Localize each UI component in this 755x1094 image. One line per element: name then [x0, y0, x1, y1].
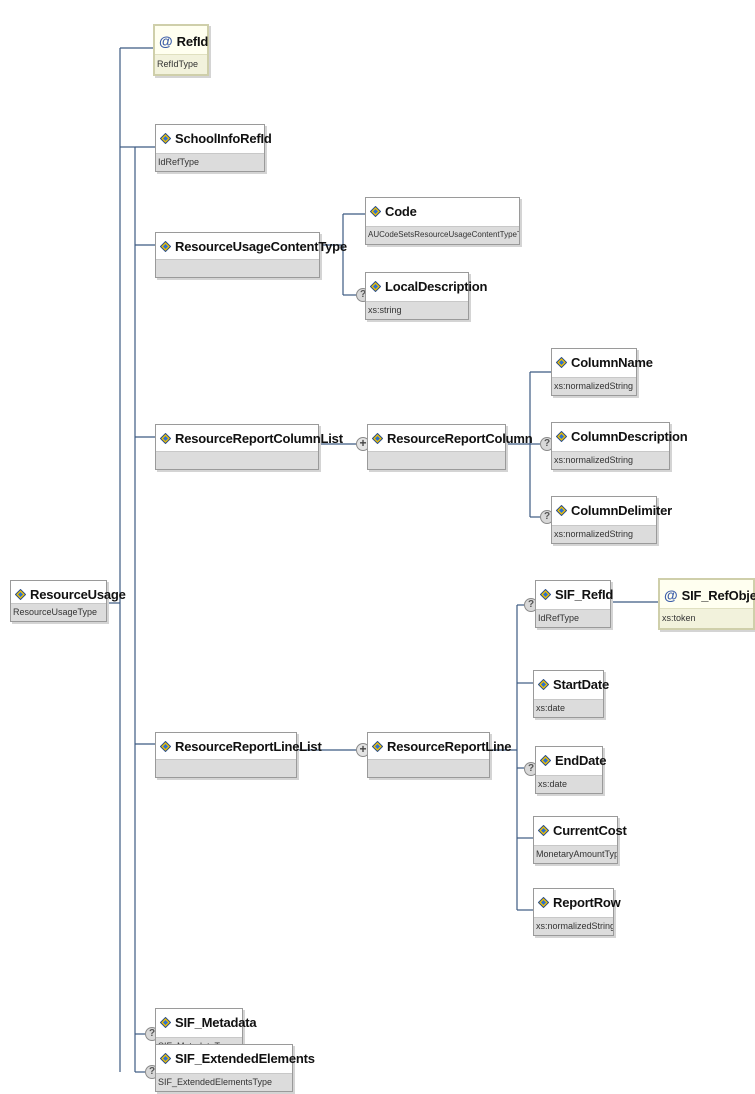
element-columndescription[interactable]: ColumnDescription xs:normalizedString	[551, 422, 688, 470]
element-localdescription[interactable]: LocalDescription xs:string	[365, 272, 487, 320]
element-icon	[160, 740, 171, 752]
element-icon	[160, 132, 171, 144]
element-icon	[370, 205, 381, 217]
element-icon	[556, 356, 567, 368]
element-icon	[540, 588, 551, 600]
attribute-sif-refobject[interactable]: @SIF_RefObject xs:token	[658, 578, 755, 630]
element-name: ColumnName	[571, 354, 653, 370]
element-type: xs:normalizedString	[552, 377, 636, 395]
element-name: ResourceReportColumnList	[175, 430, 343, 446]
element-name: SIF_ExtendedElements	[175, 1050, 315, 1066]
element-resourcereportlinelist[interactable]: ResourceReportLineList	[155, 732, 322, 778]
element-type-empty	[156, 259, 319, 277]
element-name: SchoolInfoRefId	[175, 130, 272, 146]
element-type: ResourceUsageType	[11, 603, 106, 621]
element-name: ResourceReportLineList	[175, 738, 322, 754]
element-icon	[15, 588, 26, 600]
element-type-empty	[368, 451, 505, 469]
element-name: ResourceUsage	[30, 586, 126, 602]
element-name: ResourceReportColumn	[387, 430, 533, 446]
element-reportrow[interactable]: ReportRow xs:normalizedString	[533, 888, 621, 936]
element-type-empty	[156, 451, 318, 469]
element-type: xs:normalizedString	[552, 451, 669, 469]
element-sif-refid[interactable]: SIF_RefId IdRefType	[535, 580, 614, 628]
element-icon	[160, 240, 171, 252]
element-type: AUCodeSetsResourceUsageContentTypeType	[366, 226, 519, 244]
element-startdate[interactable]: StartDate xs:date	[533, 670, 609, 718]
element-resourcereportcolumn[interactable]: ResourceReportColumn	[367, 424, 533, 470]
element-type: IdRefType	[536, 609, 610, 627]
attribute-name: SIF_RefObject	[681, 587, 755, 603]
element-type: MonetaryAmountType	[534, 845, 617, 863]
element-name: SIF_Metadata	[175, 1014, 257, 1030]
element-type: SIF_ExtendedElementsType	[156, 1073, 292, 1091]
element-type-empty	[368, 759, 489, 777]
element-name: LocalDescription	[385, 278, 488, 294]
element-type: xs:normalizedString	[552, 525, 656, 543]
element-resourcereportline[interactable]: ResourceReportLine	[367, 732, 511, 778]
element-name: StartDate	[553, 676, 609, 692]
element-code[interactable]: Code AUCodeSetsResourceUsageContentTypeT…	[365, 197, 520, 245]
element-name: CurrentCost	[553, 822, 627, 838]
element-name: ResourceUsageContentType	[175, 238, 347, 254]
element-icon	[160, 1052, 171, 1064]
attribute-icon: @	[159, 33, 173, 49]
element-name: EndDate	[555, 752, 607, 768]
connector-lines	[107, 47, 658, 1073]
element-resourceusagecontenttype[interactable]: ResourceUsageContentType	[155, 232, 347, 278]
element-currentcost[interactable]: CurrentCost MonetaryAmountType	[533, 816, 627, 864]
element-type-empty	[156, 759, 296, 777]
element-type: xs:string	[366, 301, 468, 319]
element-icon	[160, 432, 171, 444]
element-columnname[interactable]: ColumnName xs:normalizedString	[551, 348, 653, 396]
element-resourcereportcolumnlist[interactable]: ResourceReportColumnList	[155, 424, 343, 470]
element-name: Code	[385, 203, 417, 219]
element-resourceusage[interactable]: ResourceUsage ResourceUsageType	[10, 580, 126, 622]
element-icon	[372, 740, 383, 752]
element-name: ColumnDelimiter	[571, 502, 673, 518]
element-type: IdRefType	[156, 153, 264, 171]
element-icon	[538, 824, 549, 836]
element-name: ResourceReportLine	[387, 738, 512, 754]
element-type: xs:date	[534, 699, 603, 717]
attribute-icon: @	[664, 587, 678, 603]
element-name: SIF_RefId	[555, 586, 614, 602]
element-type: xs:date	[536, 775, 602, 793]
element-icon	[370, 280, 381, 292]
element-icon	[556, 430, 567, 442]
element-schoolinforefid[interactable]: SchoolInfoRefId IdRefType	[155, 124, 272, 172]
element-name: ColumnDescription	[571, 428, 688, 444]
attribute-name: RefId	[176, 33, 209, 49]
element-icon	[538, 678, 549, 690]
element-icon	[540, 754, 551, 766]
element-type: xs:normalizedString	[534, 917, 613, 935]
element-icon	[160, 1016, 171, 1028]
element-columndelimiter[interactable]: ColumnDelimiter xs:normalizedString	[551, 496, 672, 544]
element-icon	[372, 432, 383, 444]
attribute-type: RefIdType	[155, 54, 207, 74]
element-sif-extendedelements[interactable]: SIF_ExtendedElements SIF_ExtendedElement…	[155, 1044, 315, 1092]
attribute-type: xs:token	[660, 608, 753, 628]
element-enddate[interactable]: EndDate xs:date	[535, 746, 607, 794]
element-icon	[538, 896, 549, 908]
attribute-refid[interactable]: @ RefId RefIdType	[153, 24, 209, 76]
element-name: ReportRow	[553, 894, 621, 910]
element-icon	[556, 504, 567, 516]
